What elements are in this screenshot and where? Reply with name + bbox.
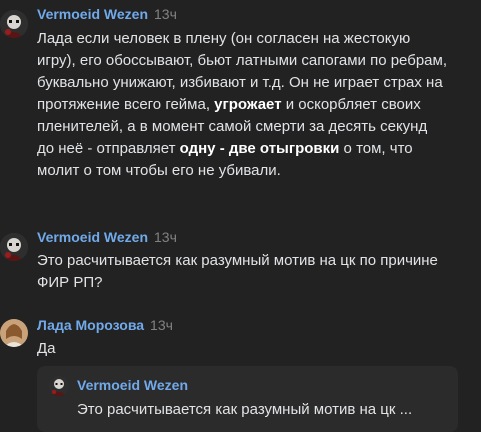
author-link[interactable]: Vermoeid Wezen <box>37 6 148 22</box>
reply-text: Это расчитывается как разумный мотив на … <box>77 401 413 418</box>
masked-figure-avatar-icon <box>49 376 69 396</box>
author-link[interactable]: Лада Морозова <box>37 317 144 333</box>
user-photo-avatar-icon[interactable] <box>0 319 28 347</box>
bold-text-segment: одну - две отыгровки <box>179 140 340 157</box>
timestamp[interactable]: 13ч <box>150 317 173 333</box>
masked-figure-avatar-icon[interactable] <box>0 233 28 261</box>
timestamp[interactable]: 13ч <box>154 229 177 245</box>
comment-feed: Vermoeid Wezen 13ч Лада если человек в пл… <box>0 0 481 432</box>
masked-figure-avatar-icon[interactable] <box>0 10 28 38</box>
comment-text: Это расчитывается как разумный мотив на … <box>37 252 438 291</box>
comment-header: Vermoeid Wezen 13ч <box>37 229 177 249</box>
reply-quote[interactable]: Vermoeid Wezen Это расчитывается как раз… <box>37 366 458 432</box>
author-link[interactable]: Vermoeid Wezen <box>37 229 148 245</box>
timestamp[interactable]: 13ч <box>154 6 177 22</box>
bold-text-segment: угрожает <box>214 96 282 113</box>
comment-header: Vermoeid Wezen 13ч <box>37 6 177 26</box>
comment-text: Лада если человек в плену (он согласен н… <box>37 28 447 182</box>
reply-author[interactable]: Vermoeid Wezen <box>77 377 188 393</box>
comment-header: Лада Морозова 13ч <box>37 317 173 337</box>
comment-text: Да <box>37 340 56 357</box>
